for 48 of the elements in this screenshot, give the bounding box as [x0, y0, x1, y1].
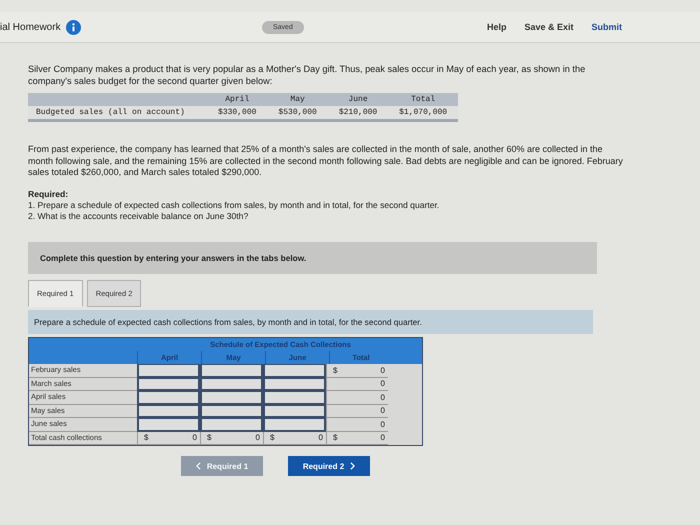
header-link[interactable]: Save & Exit	[524, 22, 574, 32]
input-field[interactable]	[263, 404, 326, 418]
requirement-text: 2. What is the accounts receivable balance on June 30th?	[28, 210, 250, 222]
input-field[interactable]	[137, 378, 200, 391]
column-header: May	[289, 94, 306, 106]
input-field[interactable]	[263, 418, 326, 432]
total-cell: $ 0	[326, 432, 388, 445]
total-cell: 0	[326, 391, 388, 404]
column-header: Total	[410, 94, 436, 106]
input-field[interactable]	[200, 418, 263, 432]
total-cell: $ 0	[137, 432, 200, 445]
table-cell-text: $530,000	[277, 107, 318, 119]
input-field[interactable]	[137, 418, 200, 432]
input-field[interactable]	[263, 391, 326, 404]
requirement-text: 1. Prepare a schedule of expected cash collections from sales, by month and in total, for the second quarter.	[28, 200, 440, 210]
table-cell-text: $210,000	[338, 107, 378, 119]
input-field[interactable]	[263, 364, 326, 378]
total-cell: 0	[326, 418, 388, 432]
input-field[interactable]	[137, 391, 200, 404]
total-cell: $ 0	[200, 432, 263, 445]
row-label: Budgeted sales (all on account)	[35, 107, 186, 119]
total-cell: 0	[326, 378, 388, 391]
problem-text: Silver Company makes a product that is very popular as a Mother's Day gift. Thus, peak sales occur in May of each year, as shown in the company's sales budget for the second quarter given below:	[28, 63, 586, 87]
input-field[interactable]	[200, 378, 263, 391]
total-cell: 0	[326, 404, 388, 418]
header-link[interactable]: Help	[486, 22, 506, 32]
chevron-left-icon	[196, 462, 201, 470]
input-field[interactable]	[137, 364, 200, 378]
input-field[interactable]	[200, 364, 263, 378]
total-cell: $ 0	[326, 364, 388, 378]
input-field[interactable]	[200, 391, 263, 404]
input-field[interactable]	[137, 404, 200, 418]
total-cell: $ 0	[263, 432, 326, 445]
header-link[interactable]: Submit	[592, 22, 622, 32]
info-icon[interactable]	[66, 20, 81, 34]
nav-button[interactable]: Required 2	[288, 456, 370, 476]
input-field[interactable]	[200, 404, 263, 418]
input-field[interactable]	[263, 378, 326, 391]
table-cell-text: $330,000	[217, 107, 258, 119]
column-header: April	[224, 94, 250, 106]
assignment-title: ial Homework	[0, 22, 61, 32]
column-header: June	[347, 94, 369, 106]
required-heading: Required:	[28, 188, 70, 200]
table-cell-text: $1,070,000	[398, 107, 448, 119]
instruction-banner: Complete this question by entering your answers in the tabs below.	[28, 242, 597, 274]
problem-text: From past experience, the company has learned that 25% of a month's sales are collected in the month of sale, another 60% are collected in the month following sale, and the remaining 15% are collected in the second month following sale. Bad debts are negligible and can be ignored. February sales totaled $260,000, and March sales totaled $290,000.	[28, 144, 624, 178]
prompt-banner: Prepare a schedule of expected cash collections from sales, by month and in total, for the second quarter.	[28, 310, 593, 334]
chevron-right-icon	[350, 462, 356, 470]
